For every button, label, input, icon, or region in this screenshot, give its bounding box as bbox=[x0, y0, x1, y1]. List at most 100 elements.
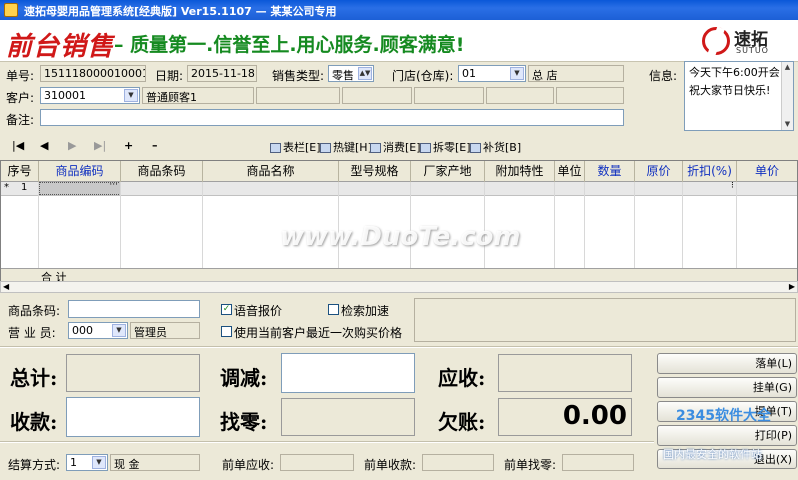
prev-change-field bbox=[562, 454, 634, 471]
scroll-down-icon[interactable]: ▼ bbox=[783, 120, 792, 129]
col-divider bbox=[682, 182, 683, 268]
col-header[interactable]: 商品编码 bbox=[39, 161, 121, 182]
total-label: 总计: bbox=[10, 366, 58, 390]
spin-icon[interactable]: ▲▼ bbox=[358, 67, 372, 80]
col-header[interactable]: 原价 bbox=[635, 161, 683, 182]
chevron-down-icon[interactable]: ▼ bbox=[92, 456, 106, 469]
scroll-up-icon[interactable]: ▲ bbox=[783, 63, 792, 72]
receivable-label: 应收: bbox=[438, 366, 486, 390]
search-speed-label: 检索加速 bbox=[341, 304, 390, 318]
prev-receivable-label: 前单应收: bbox=[222, 458, 275, 472]
ellipsis-icon[interactable]: ··· bbox=[109, 180, 118, 190]
chevron-down-icon[interactable]: ▼ bbox=[124, 89, 138, 102]
prev-record-button[interactable]: ◀ bbox=[40, 139, 48, 152]
col-header[interactable]: 数量 bbox=[585, 161, 635, 182]
payment-name-field: 现 金 bbox=[110, 454, 200, 471]
grid-toolbar: |◀ ◀ ▶ ▶| + – 表栏[E] 热键[H] 消费[E] 拆零[E] 补货… bbox=[0, 136, 798, 158]
adjust-label: 调减: bbox=[220, 366, 268, 390]
last-price-label: 使用当前客户最近一次购买价格 bbox=[234, 326, 403, 340]
consume-button[interactable]: 消费[E] bbox=[370, 139, 421, 155]
row-marker: * bbox=[4, 182, 9, 193]
owed-value: 0.00 bbox=[562, 401, 627, 431]
search-speed-checkbox[interactable] bbox=[328, 304, 339, 315]
columns-button[interactable]: 表栏[E] bbox=[270, 139, 321, 155]
adjust-input[interactable] bbox=[281, 353, 415, 393]
hotkey-button[interactable]: 热键[H] bbox=[320, 139, 372, 155]
sales-grid[interactable]: 序号 商品编码 商品条码 商品名称 型号规格 厂家产地 附加特性 单位 数量 原… bbox=[0, 160, 798, 284]
info-memo[interactable]: 今天下午6:00开会 祝大家节日快乐! ▲ ▼ bbox=[684, 61, 794, 131]
remark-input[interactable] bbox=[40, 109, 624, 126]
col-header[interactable]: 附加特性 bbox=[485, 161, 555, 182]
customer-code-select[interactable]: 310001 ▼ bbox=[40, 87, 140, 104]
chevron-down-icon[interactable]: ▼ bbox=[510, 67, 524, 80]
message-panel bbox=[414, 298, 796, 342]
total-value-box bbox=[66, 354, 200, 392]
col-header[interactable]: 单价 bbox=[737, 161, 797, 182]
consume-button-label: 消费[E] bbox=[383, 141, 421, 154]
received-input[interactable] bbox=[66, 397, 200, 437]
active-cell[interactable]: ··· bbox=[39, 180, 121, 195]
col-divider bbox=[38, 182, 39, 268]
keyboard-icon bbox=[320, 143, 331, 153]
payment-code-value: 1 bbox=[70, 456, 77, 469]
customer-info-1 bbox=[256, 87, 340, 104]
chevron-down-icon[interactable]: ▼ bbox=[112, 324, 126, 337]
hold-order-button[interactable]: 挂单(G) bbox=[657, 377, 797, 398]
info-text: 今天下午6:00开会 祝大家节日快乐! bbox=[689, 66, 780, 97]
date-field[interactable]: 2015-11-18 bbox=[187, 65, 257, 82]
voice-checkbox[interactable]: ✓ bbox=[221, 304, 232, 315]
divider bbox=[0, 346, 798, 348]
col-header[interactable]: 折扣(%) bbox=[683, 161, 737, 182]
split-button-label: 拆零[E] bbox=[433, 141, 471, 154]
module-logo-text: 前台销售 bbox=[6, 32, 115, 62]
delete-row-button[interactable]: – bbox=[152, 139, 158, 152]
last-record-button[interactable]: ▶| bbox=[94, 139, 106, 152]
slogan: – 质量第一.信誉至上.用心服务.顾客满意! bbox=[114, 34, 465, 56]
store-code-select[interactable]: 01 ▼ bbox=[458, 65, 526, 82]
barcode-label: 商品条码: bbox=[8, 304, 61, 318]
col-header[interactable]: 型号规格 bbox=[339, 161, 411, 182]
columns-button-label: 表栏[E] bbox=[283, 141, 321, 154]
split-button[interactable]: 拆零[E] bbox=[420, 139, 471, 155]
safe-site-watermark: 国内最安全的软件站 bbox=[663, 448, 762, 461]
window-title-bar: 速拓母婴用品管理系统[经典版] Ver15.1107 — 某某公司专用 bbox=[0, 0, 798, 20]
spin-icon[interactable]: ⁝ bbox=[731, 181, 734, 191]
grid-total-row: 合 计 bbox=[1, 268, 797, 284]
sale-type-value: 零售 bbox=[332, 69, 354, 82]
col-header[interactable]: 单位 bbox=[555, 161, 585, 182]
info-label: 信息: bbox=[649, 69, 678, 83]
clerk-code-value: 000 bbox=[72, 324, 93, 337]
consume-icon bbox=[370, 143, 381, 153]
print-button[interactable]: 打印(P) bbox=[657, 425, 797, 446]
scroll-left-icon[interactable]: ◀ bbox=[3, 282, 9, 291]
split-icon bbox=[420, 143, 431, 153]
scroll-right-icon[interactable]: ▶ bbox=[789, 282, 795, 291]
banner: 前台销售 – 质量第一.信誉至上.用心服务.顾客满意! 速拓 SUTUO bbox=[0, 20, 798, 62]
last-price-checkbox[interactable] bbox=[221, 326, 232, 337]
col-header[interactable]: 商品名称 bbox=[203, 161, 339, 182]
customer-name-field: 普通顾客1 bbox=[142, 87, 254, 104]
store-label: 门店(仓库): bbox=[392, 69, 454, 83]
payment-label: 结算方式: bbox=[8, 458, 61, 472]
divider bbox=[0, 441, 654, 443]
app-icon bbox=[4, 3, 18, 17]
info-scrollbar[interactable]: ▲ ▼ bbox=[781, 62, 793, 130]
prev-received-field bbox=[422, 454, 494, 471]
customer-info-5 bbox=[556, 87, 624, 104]
col-header[interactable]: 商品条码 bbox=[121, 161, 203, 182]
col-header[interactable]: 序号 bbox=[1, 161, 39, 182]
clerk-code-select[interactable]: 000 ▼ bbox=[68, 322, 128, 339]
payment-code-select[interactable]: 1 ▼ bbox=[66, 454, 108, 471]
barcode-input[interactable] bbox=[68, 300, 200, 318]
grid-hscrollbar[interactable]: ◀ ▶ bbox=[0, 281, 798, 293]
received-label: 收款: bbox=[10, 410, 58, 434]
customer-label: 客户: bbox=[6, 91, 35, 105]
restock-button[interactable]: 补货[B] bbox=[470, 139, 521, 155]
sale-type-select[interactable]: 零售 ▲▼ bbox=[328, 65, 374, 82]
add-row-button[interactable]: + bbox=[124, 139, 133, 152]
first-record-button[interactable]: |◀ bbox=[12, 139, 24, 152]
receivable-value-box bbox=[498, 354, 632, 392]
next-record-button[interactable]: ▶ bbox=[68, 139, 76, 152]
col-header[interactable]: 厂家产地 bbox=[411, 161, 485, 182]
submit-order-button[interactable]: 落单(L) bbox=[657, 353, 797, 374]
